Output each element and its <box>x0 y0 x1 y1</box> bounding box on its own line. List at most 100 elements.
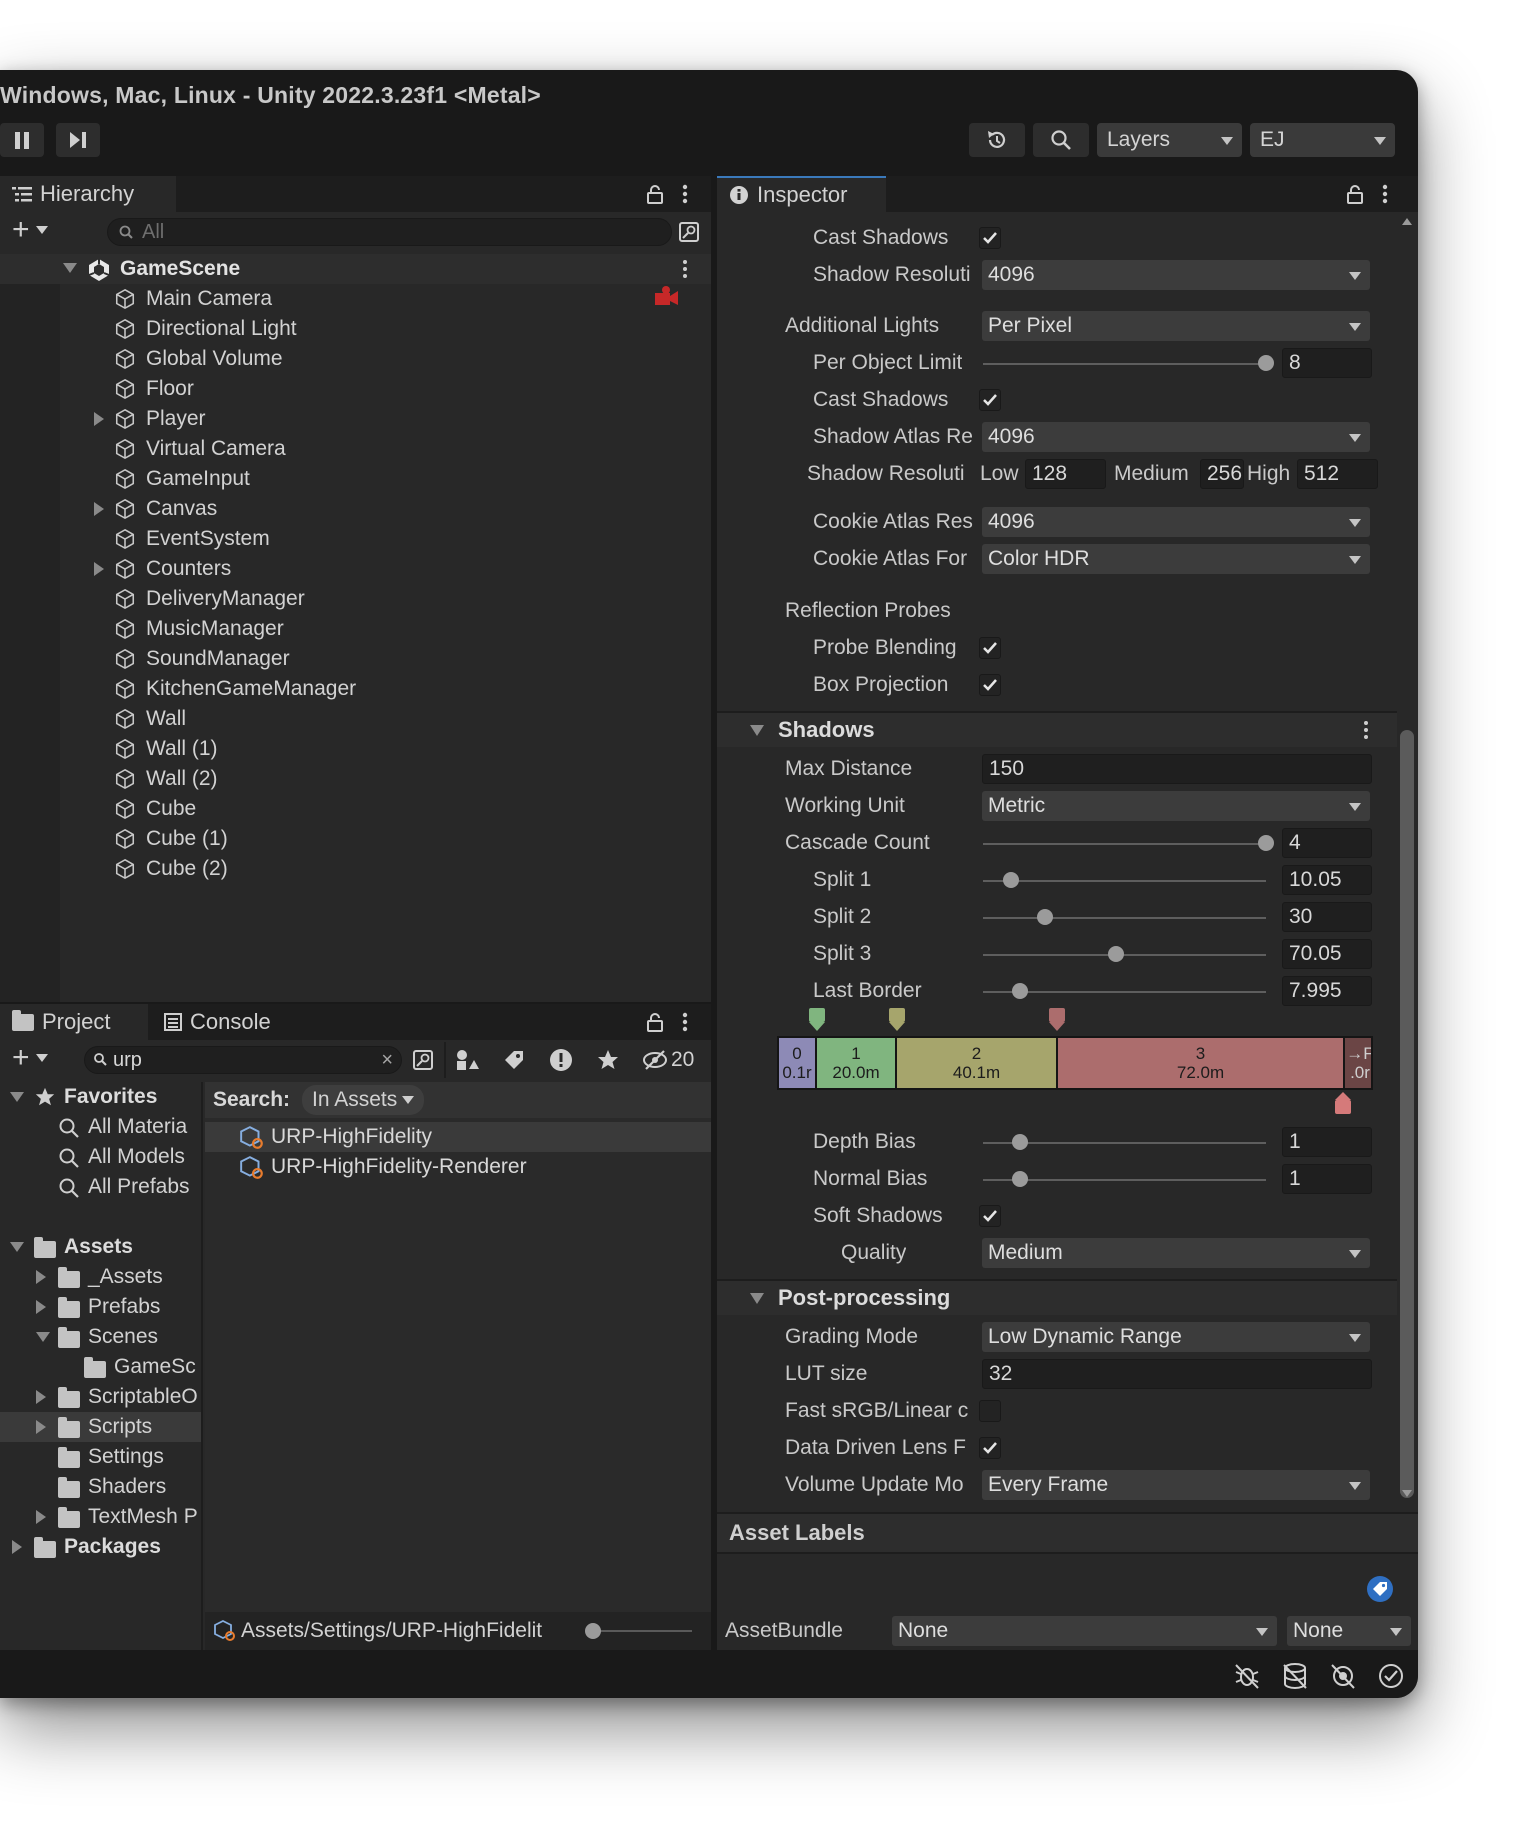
hierarchy-item[interactable]: Player <box>60 404 711 434</box>
hidden-packages-toggle[interactable]: 20 <box>642 1048 694 1072</box>
cascade-3[interactable]: 3 72.0m <box>1058 1038 1345 1088</box>
filter-by-label-icon[interactable] <box>503 1049 525 1071</box>
expand-arrow-icon[interactable] <box>94 412 104 426</box>
max-distance-field[interactable]: 150 <box>982 754 1372 784</box>
icon-size-slider-knob[interactable] <box>585 1623 601 1639</box>
cascade-count-field[interactable]: 4 <box>1282 828 1372 858</box>
last-border-handle[interactable] <box>1335 1092 1351 1114</box>
last-border-knob[interactable] <box>1011 983 1028 999</box>
auto-generate-lighting-off-icon[interactable] <box>1329 1662 1357 1690</box>
undo-history-button[interactable] <box>969 123 1025 157</box>
hierarchy-item[interactable]: EventSystem <box>60 524 711 554</box>
packages-root-node[interactable]: Packages <box>0 1532 201 1562</box>
cast-shadows-checkbox[interactable] <box>979 227 1001 249</box>
shadow-resolution-dropdown[interactable]: 4096 <box>982 260 1370 290</box>
tier-medium-field[interactable]: 256 <box>1200 459 1244 489</box>
folder-tree-item[interactable]: Prefabs <box>0 1292 201 1322</box>
clear-search-icon[interactable]: × <box>381 1049 393 1072</box>
split3-track[interactable] <box>983 954 1266 956</box>
expand-arrow-icon[interactable] <box>63 263 77 273</box>
expand-arrow-icon[interactable] <box>94 502 104 516</box>
step-button[interactable] <box>56 123 100 157</box>
additional-cast-shadows-checkbox[interactable] <box>979 389 1001 411</box>
working-unit-dropdown[interactable]: Metric <box>982 791 1370 821</box>
additional-lights-dropdown[interactable]: Per Pixel <box>982 311 1370 341</box>
folder-tree-item[interactable]: GameSc <box>0 1352 201 1382</box>
favorite-search-item[interactable]: All Materia <box>0 1112 201 1142</box>
data-driven-lens-flare-checkbox[interactable] <box>979 1437 1001 1459</box>
search-scope-button[interactable]: In Assets <box>302 1085 425 1115</box>
split3-knob[interactable] <box>1108 946 1124 962</box>
inspector-scrollbar[interactable] <box>1397 214 1418 1504</box>
collapse-arrow-icon[interactable] <box>750 1292 764 1304</box>
assets-root-node[interactable]: Assets <box>0 1232 201 1262</box>
cascade-split-bar[interactable]: 0 0.1r 1 20.0m 2 40.1m 3 72.0m →F .0r <box>777 1036 1373 1090</box>
expand-arrow-icon[interactable] <box>36 1390 46 1404</box>
debug-off-icon[interactable] <box>1233 1662 1261 1690</box>
layout-dropdown[interactable]: EJ <box>1250 123 1395 157</box>
hierarchy-search-input[interactable]: All <box>107 218 672 246</box>
scene-search-icon[interactable] <box>678 221 700 243</box>
asset-bundle-variant-dropdown[interactable]: None <box>1287 1616 1411 1646</box>
hierarchy-item[interactable]: Canvas <box>60 494 711 524</box>
shadow-atlas-dropdown[interactable]: 4096 <box>982 422 1370 452</box>
cascade-1[interactable]: 1 20.0m <box>817 1038 897 1088</box>
split2-track[interactable] <box>983 917 1266 919</box>
collapse-arrow-icon[interactable] <box>750 724 764 736</box>
expand-arrow-icon[interactable] <box>10 1092 24 1102</box>
hierarchy-item[interactable]: Cube (2) <box>60 854 711 884</box>
cascade-handle-3[interactable] <box>1049 1008 1065 1032</box>
tab-console[interactable]: Console <box>152 1004 312 1040</box>
split1-field[interactable]: 10.05 <box>1282 865 1372 895</box>
scroll-down-icon[interactable] <box>1402 1490 1412 1497</box>
last-border-field[interactable]: 7.995 <box>1282 976 1372 1006</box>
hierarchy-item[interactable]: KitchenGameManager <box>60 674 711 704</box>
asset-label-tag-icon[interactable] <box>1367 1576 1393 1602</box>
per-object-limit-field[interactable]: 8 <box>1282 348 1372 378</box>
split2-field[interactable]: 30 <box>1282 902 1372 932</box>
cookie-atlas-res-dropdown[interactable]: 4096 <box>982 507 1370 537</box>
hierarchy-item[interactable]: Cube (1) <box>60 824 711 854</box>
cascade-0[interactable]: 0 0.1r <box>779 1038 817 1088</box>
lock-icon[interactable] <box>646 1012 664 1032</box>
asset-bundle-dropdown[interactable]: None <box>892 1616 1277 1646</box>
post-processing-section-header[interactable]: Post-processing <box>717 1281 1397 1315</box>
hierarchy-item[interactable]: SoundManager <box>60 644 711 674</box>
folder-tree-item[interactable]: ScriptableO <box>0 1382 201 1412</box>
normal-bias-field[interactable]: 1 <box>1282 1164 1372 1194</box>
layers-dropdown[interactable]: Layers <box>1097 123 1242 157</box>
cascade-count-track[interactable] <box>983 843 1266 845</box>
hierarchy-item[interactable]: Wall (1) <box>60 734 711 764</box>
per-object-limit-track[interactable] <box>983 363 1266 365</box>
tab-hierarchy[interactable]: Hierarchy <box>0 176 176 212</box>
favorite-search-item[interactable]: All Models <box>0 1142 201 1172</box>
expand-arrow-icon[interactable] <box>36 1300 46 1314</box>
cache-server-icon[interactable] <box>1281 1662 1309 1690</box>
tab-project[interactable]: Project <box>0 1004 148 1040</box>
search-by-type-icon[interactable] <box>412 1049 434 1071</box>
favorites-node[interactable]: Favorites <box>0 1082 201 1112</box>
search-button[interactable] <box>1033 123 1089 157</box>
depth-bias-field[interactable]: 1 <box>1282 1127 1372 1157</box>
hierarchy-item[interactable]: Virtual Camera <box>60 434 711 464</box>
create-asset-dropdown[interactable]: + <box>12 1043 48 1073</box>
lock-icon[interactable] <box>646 184 664 204</box>
per-object-limit-knob[interactable] <box>1258 355 1274 371</box>
scroll-up-icon[interactable] <box>1402 218 1412 225</box>
scrollbar-thumb[interactable] <box>1400 730 1414 1498</box>
soft-shadows-checkbox[interactable] <box>979 1205 1001 1227</box>
expand-arrow-icon[interactable] <box>36 1510 46 1524</box>
quality-dropdown[interactable]: Medium <box>982 1238 1370 1268</box>
normal-bias-knob[interactable] <box>1011 1171 1028 1187</box>
cascade-handle-2[interactable] <box>889 1008 905 1032</box>
folder-tree-item[interactable]: Settings <box>0 1442 201 1472</box>
cascade-handle-1[interactable] <box>809 1008 825 1032</box>
fast-srgb-checkbox[interactable] <box>979 1400 1001 1422</box>
create-dropdown[interactable]: + <box>12 215 48 245</box>
box-projection-checkbox[interactable] <box>979 674 1001 696</box>
hierarchy-item[interactable]: Cube <box>60 794 711 824</box>
hierarchy-item[interactable]: MusicManager <box>60 614 711 644</box>
expand-arrow-icon[interactable] <box>36 1332 50 1342</box>
split3-field[interactable]: 70.05 <box>1282 939 1372 969</box>
split1-knob[interactable] <box>1003 872 1020 888</box>
